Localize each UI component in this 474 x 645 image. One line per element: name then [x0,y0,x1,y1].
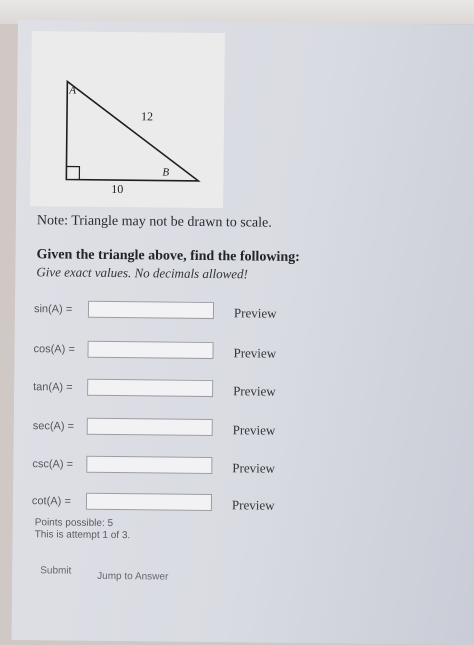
sin-preview-button[interactable]: Preview [234,305,277,321]
sec-answer-input[interactable] [86,417,213,437]
points-info: Points possible: 5 This is attempt 1 of … [35,517,131,542]
tan-preview-button[interactable]: Preview [233,383,276,399]
vertex-b-label: B [162,167,169,179]
points-possible: Points possible: 5 [34,517,114,530]
question-row-sec: sec(A) = Preview [33,417,313,444]
csc-preview-button[interactable]: Preview [232,460,275,476]
csc-answer-input[interactable] [86,455,213,475]
sin-answer-input[interactable] [87,300,215,320]
sin-label: sin(A) = [33,303,73,316]
question-row-tan: tan(A) = Preview [33,378,313,405]
cos-label: cos(A) = [33,343,75,356]
question-panel: A B 12 10 Note: Triangle may not be draw… [11,20,474,645]
question-row-csc: csc(A) = Preview [32,455,312,482]
submit-button[interactable]: Submit [40,565,71,576]
cot-preview-button[interactable]: Preview [232,497,275,513]
cot-label: cot(A) = [31,495,71,508]
instructions-text: Give exact values. No decimals allowed! [36,264,248,282]
cot-answer-input[interactable] [85,492,213,512]
triangle-figure: A B 12 10 [30,31,225,209]
triangle-diagram: A B 12 10 [65,79,201,196]
cos-answer-input[interactable] [87,340,214,360]
tan-answer-input[interactable] [87,378,214,398]
note-text: Note: Triangle may not be drawn to scale… [36,213,272,231]
question-row-cos: cos(A) = Preview [33,340,313,367]
base-label: 10 [111,182,123,196]
sec-preview-button[interactable]: Preview [233,422,276,438]
right-angle-marker [66,165,81,180]
question-heading: Given the triangle above, find the follo… [36,247,300,265]
sec-label: sec(A) = [32,420,75,433]
question-row-cot: cot(A) = Preview [32,492,312,519]
jump-to-answer-button[interactable]: Jump to Answer [97,571,168,583]
attempt-counter: This is attempt 1 of 3. [34,529,131,542]
question-row-sin: sin(A) = Preview [34,300,314,327]
tan-label: tan(A) = [33,381,73,394]
vertex-a-label: A [68,85,76,97]
hypotenuse-label: 12 [141,109,153,123]
triangle-shape [65,79,201,182]
csc-label: csc(A) = [32,458,74,471]
cos-preview-button[interactable]: Preview [233,345,276,361]
